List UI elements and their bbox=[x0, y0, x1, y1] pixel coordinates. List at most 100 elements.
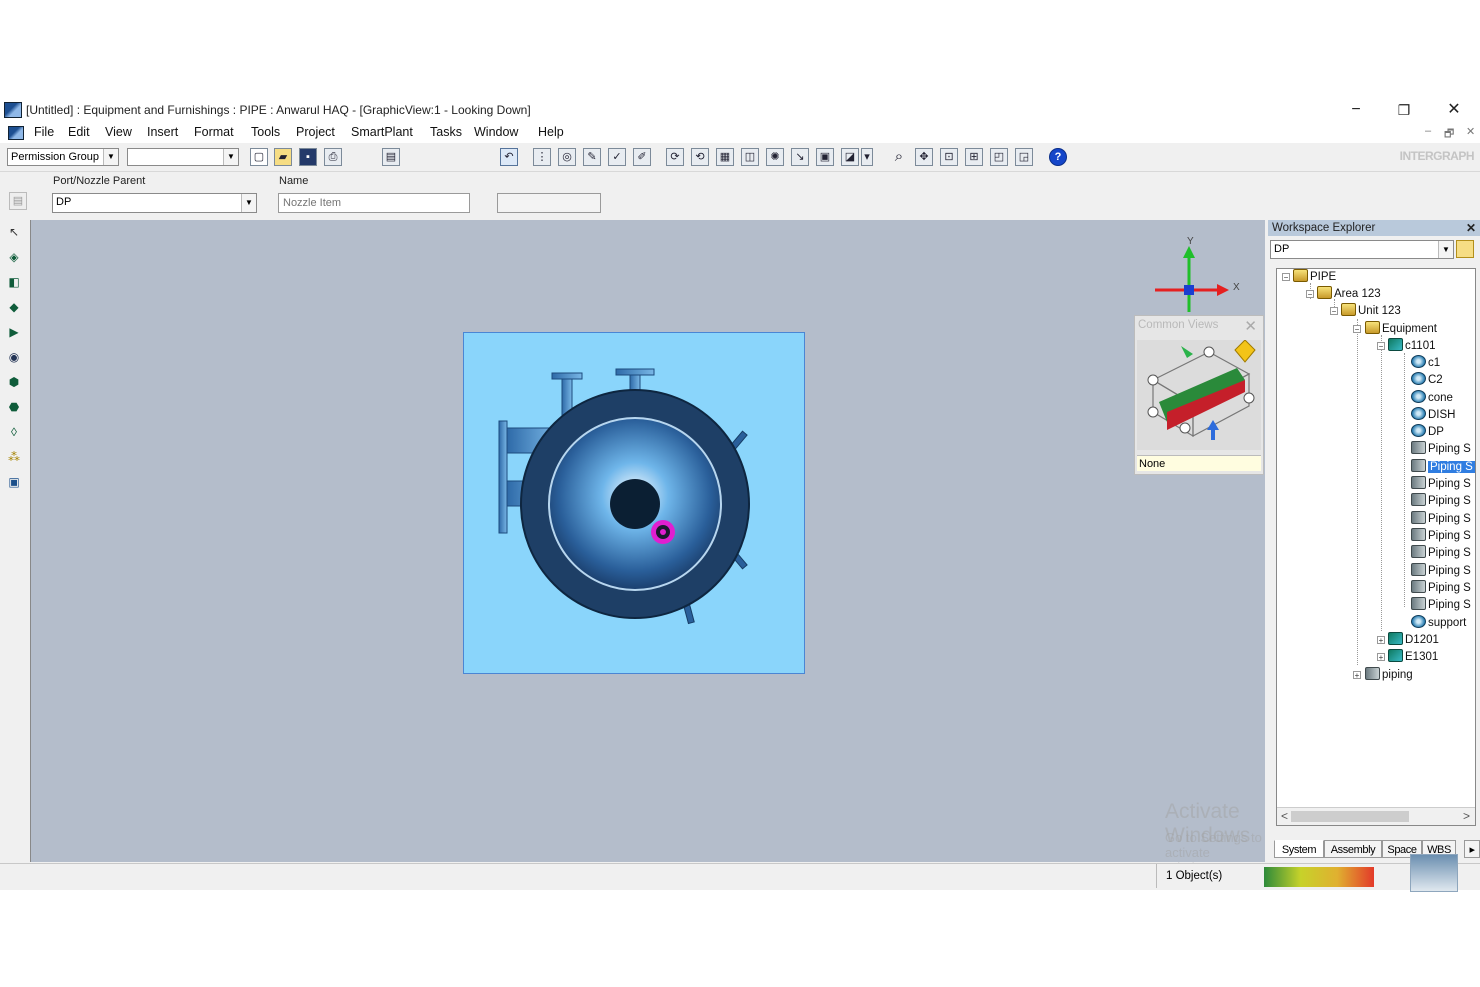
drawing-icon[interactable]: ▦ bbox=[716, 148, 734, 166]
menu-help[interactable]: Help bbox=[538, 125, 564, 139]
chevron-down-icon[interactable]: ▼ bbox=[241, 194, 256, 212]
close-icon[interactable]: ✕ bbox=[1466, 220, 1476, 236]
place-support-icon[interactable]: ◊ bbox=[4, 422, 24, 442]
chevron-down-icon[interactable]: ▼ bbox=[223, 149, 238, 165]
permission-group-combo[interactable]: Permission Group ▼ bbox=[7, 148, 119, 166]
tree-node-piping-7[interactable]: Piping S bbox=[1411, 545, 1471, 561]
expand-toggle[interactable]: + bbox=[1353, 671, 1361, 680]
tree-node-unit[interactable]: Unit 123 bbox=[1341, 303, 1401, 319]
menu-insert[interactable]: Insert bbox=[147, 125, 178, 139]
layers-icon[interactable]: ◫ bbox=[741, 148, 759, 166]
menu-project[interactable]: Project bbox=[296, 125, 335, 139]
tree-node-support[interactable]: support bbox=[1411, 615, 1466, 631]
place-volume-icon[interactable]: ▣ bbox=[4, 472, 24, 492]
filter-folder-icon[interactable] bbox=[1456, 240, 1474, 258]
refresh-icon[interactable]: ⟳ bbox=[666, 148, 684, 166]
scroll-right-icon[interactable]: > bbox=[1463, 809, 1470, 823]
tab-next-button[interactable]: ▸ bbox=[1464, 840, 1480, 858]
close-button[interactable]: ✕ bbox=[1434, 99, 1474, 121]
tree-node-pipe[interactable]: PIPE bbox=[1293, 269, 1336, 285]
tree-node-c1[interactable]: c1 bbox=[1411, 355, 1440, 371]
chevron-down-icon[interactable]: ▾ bbox=[861, 148, 873, 166]
scroll-left-icon[interactable]: < bbox=[1281, 809, 1288, 823]
extra-field[interactable] bbox=[497, 193, 601, 213]
tree-node-equipment[interactable]: Equipment bbox=[1365, 321, 1437, 337]
new-file-icon[interactable]: ▢ bbox=[250, 148, 268, 166]
zoom-icon[interactable]: ⌕ bbox=[890, 148, 908, 166]
place-foundation-icon[interactable]: ⬣ bbox=[4, 397, 24, 417]
tree-node-e1301[interactable]: E1301 bbox=[1388, 649, 1438, 665]
minimize-button[interactable]: − bbox=[1336, 99, 1376, 121]
tree-node-piping-8[interactable]: Piping S bbox=[1411, 563, 1471, 579]
graphic-view[interactable]: Y X Common Views ✕ None Activate Windows… bbox=[30, 220, 1265, 875]
tree-node-d1201[interactable]: D1201 bbox=[1388, 632, 1439, 648]
tab-assembly[interactable]: Assembly bbox=[1324, 840, 1382, 858]
measure-icon[interactable]: ◎ bbox=[558, 148, 576, 166]
zoom-area-icon[interactable]: ⊡ bbox=[940, 148, 958, 166]
mdi-minimize-button[interactable]: – bbox=[1425, 125, 1431, 137]
place-shape-icon[interactable]: ◆ bbox=[4, 297, 24, 317]
mdi-close-button[interactable]: ✕ bbox=[1466, 125, 1475, 138]
place-control-point-icon[interactable]: ⁂ bbox=[4, 447, 24, 467]
collapse-toggle[interactable]: − bbox=[1353, 325, 1361, 334]
menu-window[interactable]: Window bbox=[474, 125, 518, 139]
menu-view[interactable]: View bbox=[105, 125, 132, 139]
chevron-down-icon[interactable]: ▼ bbox=[103, 149, 118, 165]
edit-shape-icon[interactable]: ✎ bbox=[583, 148, 601, 166]
update-icon[interactable]: ⟲ bbox=[691, 148, 709, 166]
tree-node-piping-10[interactable]: Piping S bbox=[1411, 597, 1471, 613]
tree-node-piping-3[interactable]: Piping S bbox=[1411, 476, 1471, 492]
collapse-toggle[interactable]: − bbox=[1377, 342, 1385, 351]
secondary-combo[interactable]: ▼ bbox=[127, 148, 239, 166]
properties-icon[interactable]: ▤ bbox=[9, 192, 27, 210]
light-icon[interactable]: ✺ bbox=[766, 148, 784, 166]
common-views-icon[interactable]: ◰ bbox=[990, 148, 1008, 166]
pan-icon[interactable]: ✥ bbox=[915, 148, 933, 166]
place-designed-equipment-icon[interactable]: ◧ bbox=[4, 272, 24, 292]
tree-node-dp[interactable]: DP bbox=[1411, 424, 1444, 440]
tree-node-piping-1[interactable]: Piping S bbox=[1411, 441, 1471, 457]
tab-system[interactable]: System bbox=[1274, 840, 1324, 858]
undo-icon[interactable]: ↶ bbox=[500, 148, 518, 166]
menu-smartplant[interactable]: SmartPlant bbox=[351, 125, 413, 139]
save-icon[interactable]: ▪ bbox=[299, 148, 317, 166]
menu-format[interactable]: Format bbox=[194, 125, 234, 139]
print-icon[interactable]: ⎙ bbox=[324, 148, 342, 166]
open-folder-icon[interactable]: ▰ bbox=[274, 148, 292, 166]
scroll-thumb[interactable] bbox=[1291, 811, 1409, 822]
help-icon[interactable]: ? bbox=[1049, 148, 1067, 166]
named-views-icon[interactable]: ◲ bbox=[1015, 148, 1033, 166]
place-component-icon[interactable]: ◉ bbox=[4, 347, 24, 367]
view-cube[interactable] bbox=[1137, 339, 1261, 450]
tree-node-piping-9[interactable]: Piping S bbox=[1411, 580, 1471, 596]
parent-combo[interactable]: DP ▼ bbox=[52, 193, 257, 213]
mdi-restore-button[interactable]: 🗗 bbox=[1444, 125, 1454, 144]
workspace-tree[interactable]: − PIPE − Area 123 − Unit 123 − Equipment… bbox=[1276, 268, 1476, 826]
select-filter-icon[interactable]: ⋮ bbox=[533, 148, 551, 166]
tree-node-cone[interactable]: cone bbox=[1411, 390, 1453, 406]
restore-button[interactable]: ❐ bbox=[1384, 99, 1424, 121]
menu-file[interactable]: File bbox=[34, 125, 54, 139]
check-icon[interactable]: ✓ bbox=[608, 148, 626, 166]
pencil-icon[interactable]: ✐ bbox=[633, 148, 651, 166]
collapse-toggle[interactable]: − bbox=[1330, 307, 1338, 316]
tree-node-piping-5[interactable]: Piping S bbox=[1411, 511, 1471, 527]
volume-icon[interactable]: ▣ bbox=[816, 148, 834, 166]
tree-node-c2[interactable]: C2 bbox=[1411, 372, 1443, 388]
collapse-toggle[interactable]: − bbox=[1306, 290, 1314, 299]
tree-node-piping-4[interactable]: Piping S bbox=[1411, 493, 1471, 509]
tree-node-piping-2-selected[interactable]: Piping S bbox=[1411, 459, 1475, 475]
place-equipment-icon[interactable]: ◈ bbox=[4, 247, 24, 267]
tree-node-piping-6[interactable]: Piping S bbox=[1411, 528, 1471, 544]
name-input[interactable] bbox=[278, 193, 470, 213]
heat-exchanger-vessel[interactable] bbox=[464, 333, 806, 675]
workspace-filter-combo[interactable]: DP ▼ bbox=[1270, 240, 1454, 259]
selected-equipment-box[interactable] bbox=[463, 332, 805, 674]
menu-edit[interactable]: Edit bbox=[68, 125, 90, 139]
tree-node-area[interactable]: Area 123 bbox=[1317, 286, 1381, 302]
tree-scrollbar[interactable]: < > bbox=[1277, 807, 1475, 825]
expand-toggle[interactable]: + bbox=[1377, 636, 1385, 645]
chevron-down-icon[interactable]: ▼ bbox=[1438, 241, 1453, 258]
place-port-icon[interactable]: ⬢ bbox=[4, 372, 24, 392]
tree-node-c1101[interactable]: c1101 bbox=[1388, 338, 1435, 354]
